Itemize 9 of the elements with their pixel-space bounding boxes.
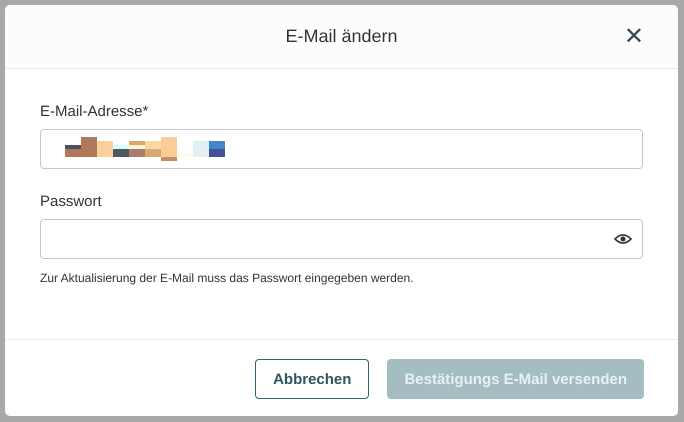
close-button[interactable]: ✕	[624, 22, 644, 50]
email-field[interactable]	[40, 129, 643, 169]
password-field[interactable]	[40, 219, 643, 259]
field-label: Passwort	[40, 193, 103, 210]
cancel-button[interactable]: Abbrechen	[255, 359, 370, 399]
dialog-title: E-Mail ändern	[285, 26, 398, 47]
field-hint: Zur Aktualisierung der E-Mail muss das Passwort eingegeben werden.	[40, 271, 415, 285]
field-label: E-Mail-Adresse*	[40, 103, 150, 120]
eye-icon[interactable]	[614, 233, 632, 245]
